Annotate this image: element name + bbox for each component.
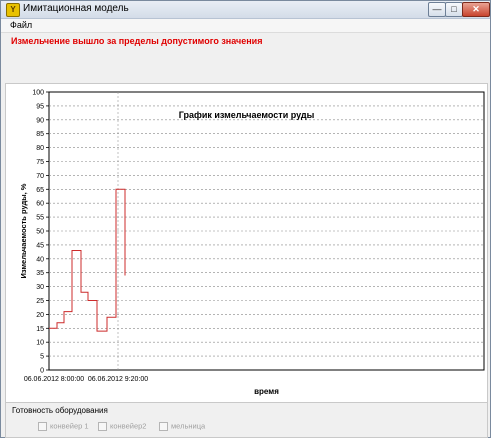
chart-svg: 0510152025303540455055606570758085909510… bbox=[19, 90, 485, 396]
app-window: Y Имитационная модель — □ ✕ Файл Измельч… bbox=[0, 0, 491, 438]
x-tick-label: 06.06.2012 8:00:00 bbox=[24, 376, 84, 383]
close-button[interactable]: ✕ bbox=[462, 2, 490, 17]
checkbox-label: конвейер 1 bbox=[50, 421, 89, 431]
chart-panel: 0 5 10 15 20 25 30 35 40 45 50 55 60 65 70 75 80 85 90 95 10… bbox=[5, 83, 488, 434]
minimize-button[interactable]: — bbox=[428, 2, 446, 17]
y-tick-label: 60 bbox=[36, 201, 44, 208]
y-tick-label: 30 bbox=[36, 284, 44, 291]
y-tick-label: 0 bbox=[40, 368, 44, 375]
checkbox-conveyor-1[interactable]: конвейер 1 bbox=[38, 421, 89, 431]
checkbox-label: конвейер2 bbox=[110, 421, 147, 431]
checkbox-label: мельница bbox=[171, 421, 206, 431]
chart-title: График измельчаемости руды bbox=[178, 110, 315, 120]
y-tick-label: 15 bbox=[36, 326, 44, 333]
y-tick-label: 50 bbox=[36, 229, 44, 236]
y-tick-label: 45 bbox=[36, 242, 44, 249]
warning-message: Измельчение вышло за пределы допустимого… bbox=[11, 36, 263, 46]
checkbox-conveyor-2[interactable]: конвейер2 bbox=[98, 421, 146, 431]
maximize-button[interactable]: □ bbox=[445, 2, 463, 17]
y-tick-label: 10 bbox=[36, 340, 44, 347]
y-tick-label: 100 bbox=[32, 90, 44, 97]
y-tick-label: 20 bbox=[36, 312, 44, 319]
y-tick-label: 35 bbox=[36, 270, 44, 277]
y-tick-label: 80 bbox=[36, 145, 44, 152]
y-tick-label: 85 bbox=[36, 131, 44, 138]
equipment-status-title: Готовность оборудования bbox=[12, 406, 108, 415]
window-title: Имитационная модель bbox=[23, 3, 129, 14]
series-line bbox=[49, 188, 126, 332]
checkbox-box[interactable] bbox=[159, 421, 168, 431]
y-tick-label: 25 bbox=[36, 298, 44, 305]
y-tick-label: 70 bbox=[36, 173, 44, 180]
title-bar[interactable]: Y Имитационная модель — □ ✕ bbox=[1, 1, 490, 19]
menu-bar: Файл bbox=[1, 19, 490, 33]
x-axis-label: время bbox=[254, 387, 279, 396]
client-area: Измельчение вышло за пределы допустимого… bbox=[1, 33, 490, 438]
y-tick-label: 40 bbox=[36, 256, 44, 263]
equipment-status-panel: Готовность оборудования конвейер 1 конве… bbox=[5, 402, 488, 438]
y-tick-label: 55 bbox=[36, 215, 44, 222]
y-tick-label: 75 bbox=[36, 159, 44, 166]
y-axis-label: Измельчаемость руды, % bbox=[19, 183, 28, 278]
y-tick-label: 5 bbox=[40, 354, 44, 361]
menu-file[interactable]: Файл bbox=[10, 20, 32, 30]
checkbox-box[interactable] bbox=[98, 421, 107, 431]
x-tick-label: 06.06.2012 9:20:00 bbox=[88, 376, 148, 383]
app-icon: Y bbox=[6, 3, 20, 17]
checkbox-mill[interactable]: мельница bbox=[159, 421, 205, 431]
y-tick-label: 65 bbox=[36, 187, 44, 194]
checkbox-box[interactable] bbox=[38, 421, 47, 431]
